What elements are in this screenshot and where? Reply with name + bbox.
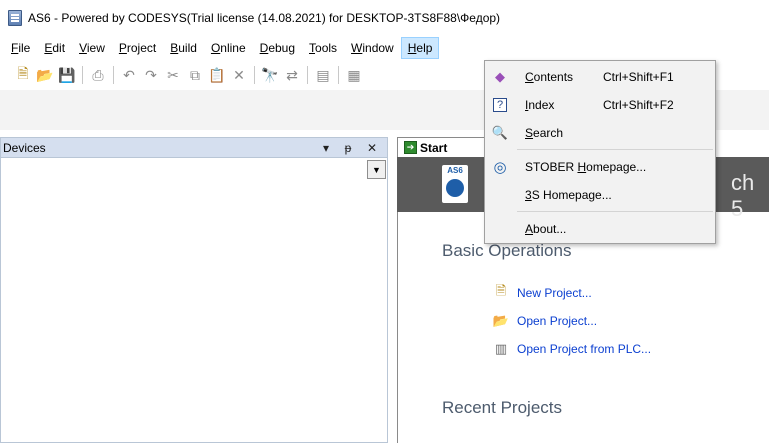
cut-icon[interactable]: ✂ [164, 66, 182, 84]
new-project-icon[interactable]: 🗎 [14, 65, 32, 84]
menu-edit[interactable]: Edit [37, 37, 72, 59]
plc-icon: ▥ [494, 341, 508, 356]
menu-build[interactable]: Build [163, 37, 204, 59]
tab-start-label: Start [420, 140, 448, 155]
redo-icon[interactable]: ↷ [142, 66, 160, 84]
tab-start[interactable]: ➔ Start [397, 137, 487, 157]
toolbar-separator [338, 66, 339, 84]
help-contents[interactable]: ◆ Contents Ctrl+Shift+F1 [485, 63, 715, 91]
menu-window[interactable]: Window [344, 37, 401, 59]
basic-operations-heading: Basic Operations [442, 241, 572, 260]
search-icon: 🔍 [491, 125, 509, 140]
menu-tools[interactable]: Tools [302, 37, 344, 59]
help-search[interactable]: 🔍 Search [485, 119, 715, 147]
delete-icon[interactable]: ✕ [230, 66, 248, 84]
as6-logo: AS6 [442, 165, 468, 203]
open-folder-icon[interactable]: 📂 [36, 66, 54, 84]
open-folder-icon: 📂 [492, 313, 510, 328]
open-project-link[interactable]: 📂 Open Project... [493, 313, 597, 329]
book-icon: ◆ [495, 69, 505, 84]
menu-view[interactable]: View [72, 37, 112, 59]
menu-separator [517, 149, 713, 150]
menu-project[interactable]: Project [112, 37, 163, 59]
banner-text: ch 5 [731, 170, 755, 221]
paste-icon[interactable]: 📋 [208, 66, 226, 84]
help-3s-homepage[interactable]: 3S Homepage... [485, 181, 715, 209]
toolbar-separator [113, 66, 114, 84]
menu-help[interactable]: Help [400, 37, 440, 59]
new-project-link[interactable]: 🗎 New Project... [493, 283, 592, 301]
help-about[interactable]: About... [485, 215, 715, 243]
menu-online[interactable]: Online [204, 37, 253, 59]
menu-file[interactable]: File [4, 37, 37, 59]
stober-logo-icon: ◎ [493, 159, 507, 176]
title-bar: AS6 - Powered by CODESYS(Trial license (… [0, 0, 769, 36]
window-icon[interactable]: ▤ [314, 66, 332, 84]
replace-icon[interactable]: ⇄ [283, 66, 301, 84]
devices-dropdown[interactable]: ▼ [367, 160, 386, 179]
help-menu: ◆ Contents Ctrl+Shift+F1 ? Index Ctrl+Sh… [484, 60, 716, 244]
close-icon[interactable]: ✕ [365, 140, 379, 156]
shortcut-contents: Ctrl+Shift+F1 [603, 70, 674, 84]
help-index[interactable]: ? Index Ctrl+Shift+F2 [485, 91, 715, 119]
copy-icon[interactable]: ⧉ [186, 66, 204, 84]
undo-icon[interactable]: ↶ [120, 66, 138, 84]
menu-bar: File Edit View Project Build Online Debu… [0, 36, 769, 60]
menu-debug[interactable]: Debug [253, 37, 302, 59]
pin-icon[interactable]: ᵽ [341, 140, 355, 156]
toolbar-separator [254, 66, 255, 84]
window-title: AS6 - Powered by CODESYS(Trial license (… [28, 11, 501, 25]
start-page-icon: ➔ [404, 141, 417, 154]
recent-projects-heading: Recent Projects [442, 398, 562, 417]
menu-separator [517, 211, 713, 212]
devices-header: Devices ▾ ᵽ ✕ [1, 138, 387, 158]
new-project-icon: 🗎 [495, 283, 507, 298]
question-icon: ? [493, 98, 507, 112]
app-icon [8, 10, 22, 26]
help-stober-homepage[interactable]: ◎ STOBER Homepage... [485, 153, 715, 181]
find-icon[interactable]: 🔭 [261, 66, 279, 84]
print-icon[interactable]: ⎙ [89, 66, 107, 84]
devices-panel: Devices ▾ ᵽ ✕ ▼ [0, 137, 388, 443]
shortcut-index: Ctrl+Shift+F2 [603, 98, 674, 112]
toolbar-separator [82, 66, 83, 84]
collapse-icon[interactable]: ▾ [319, 140, 333, 156]
open-project-from-plc-link[interactable]: ▥ Open Project from PLC... [493, 341, 651, 357]
toolbar-separator [307, 66, 308, 84]
save-icon[interactable]: 💾 [58, 66, 76, 84]
add-object-icon[interactable]: ▦ [345, 66, 363, 84]
devices-title: Devices [3, 140, 46, 155]
